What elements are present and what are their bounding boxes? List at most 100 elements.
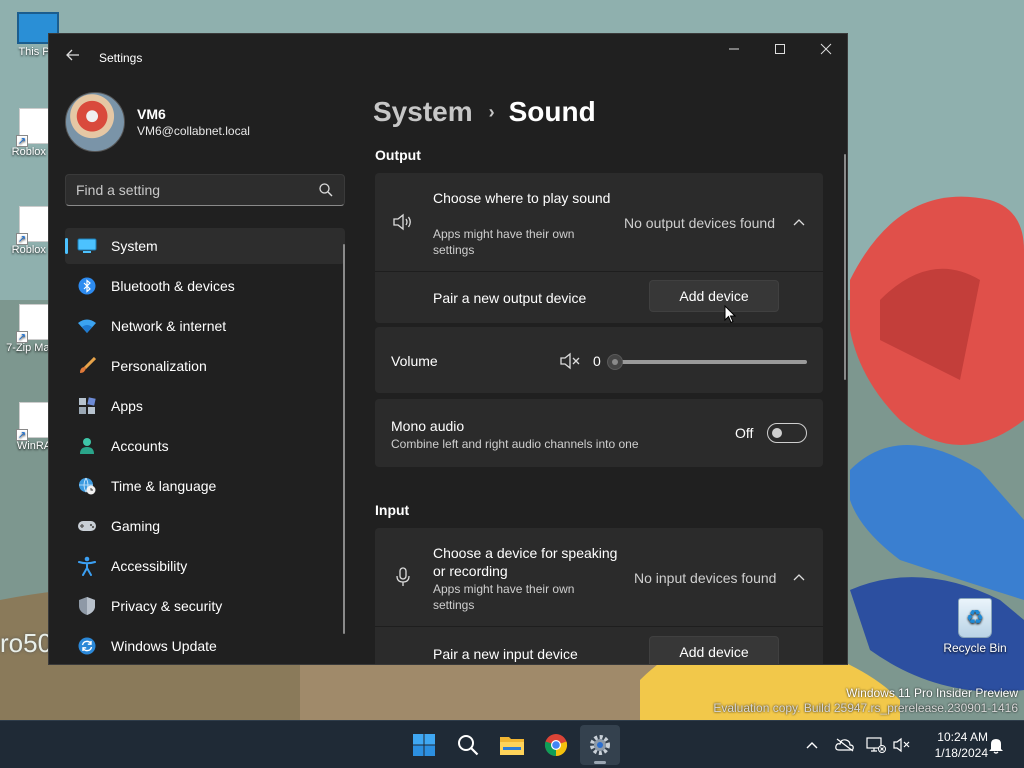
- start-button[interactable]: [404, 725, 444, 765]
- chevron-up-icon[interactable]: [792, 216, 806, 230]
- sidebar-item-label: System: [111, 238, 158, 254]
- breadcrumb-parent[interactable]: System: [373, 96, 473, 128]
- sidebar-item-bluetooth[interactable]: Bluetooth & devices: [65, 268, 345, 304]
- speaker-icon: [393, 213, 411, 231]
- sidebar-item-gaming[interactable]: Gaming: [65, 508, 345, 544]
- bell-icon: [989, 739, 1003, 754]
- shield-icon: [77, 596, 97, 616]
- add-output-device-button[interactable]: Add device: [649, 280, 779, 312]
- shortcut-icon: ↗: [16, 206, 49, 245]
- add-input-device-button[interactable]: Add device: [649, 636, 779, 664]
- desktop-icon-recycle-bin[interactable]: ♻ Recycle Bin: [942, 598, 1008, 655]
- profile-name: VM6: [137, 106, 166, 122]
- sidebar-item-personalization[interactable]: Personalization: [65, 348, 345, 384]
- taskbar-file-explorer[interactable]: [492, 725, 532, 765]
- taskbar-settings[interactable]: [580, 725, 620, 765]
- sidebar-item-label: Windows Update: [111, 638, 217, 654]
- maximize-icon: [775, 44, 785, 54]
- sidebar-item-label: Network & internet: [111, 318, 227, 334]
- volume-muted-icon: [893, 737, 910, 753]
- sidebar-item-network[interactable]: Network & internet: [65, 308, 345, 344]
- choose-input-subtitle: Apps might have their own settings: [433, 582, 575, 612]
- sidebar-nav: System Bluetooth & devices Network & int…: [65, 228, 345, 664]
- mono-audio-state: Off: [735, 425, 754, 441]
- clock-time: 10:24 AM: [937, 730, 988, 744]
- breadcrumb-separator: ›: [488, 101, 495, 122]
- choose-output-title: Choose where to play sound: [433, 190, 611, 206]
- sidebar-item-system[interactable]: System: [65, 228, 345, 264]
- network-disconnected-icon: [866, 737, 886, 753]
- taskbar: 10:24 AM 1/18/2024: [0, 720, 1024, 768]
- notification-button[interactable]: [986, 735, 1006, 755]
- sidebar-item-windows-update[interactable]: Windows Update: [65, 628, 345, 664]
- sidebar-scrollbar[interactable]: [343, 244, 345, 634]
- taskbar-clock[interactable]: 10:24 AM 1/18/2024: [918, 729, 988, 761]
- mouse-cursor-icon: [724, 305, 736, 324]
- minimize-icon: [729, 48, 739, 50]
- volume-slider-track[interactable]: [615, 360, 807, 364]
- sidebar-item-apps[interactable]: Apps: [65, 388, 345, 424]
- volume-card: Volume 0: [375, 327, 823, 393]
- wallpaper-text: ro50: [0, 628, 53, 658]
- search-box[interactable]: [65, 174, 345, 206]
- sidebar-item-label: Gaming: [111, 518, 161, 534]
- tray-volume[interactable]: [892, 735, 912, 755]
- back-button[interactable]: [61, 46, 85, 70]
- accessibility-icon: [77, 556, 97, 576]
- minimize-button[interactable]: [711, 34, 757, 66]
- sidebar-item-privacy[interactable]: Privacy & security: [65, 588, 345, 624]
- search-icon[interactable]: [318, 182, 334, 198]
- file-explorer-icon: [500, 737, 524, 755]
- sidebar-item-label: Time & language: [111, 478, 217, 494]
- mono-audio-subtitle: Combine left and right audio channels in…: [391, 437, 639, 451]
- title-bar[interactable]: Settings: [49, 34, 847, 82]
- close-icon: [820, 43, 832, 55]
- pair-input-row: Pair a new input device Add device: [375, 627, 823, 664]
- avatar: [65, 92, 125, 152]
- volume-slider-thumb[interactable]: [607, 354, 623, 370]
- output-section-title: Output: [375, 147, 421, 163]
- pair-output-label: Pair a new output device: [433, 290, 587, 306]
- search-input[interactable]: [66, 175, 306, 205]
- back-arrow-icon: [66, 49, 79, 61]
- sidebar-item-label: Accounts: [111, 438, 169, 454]
- sidebar-item-time-language[interactable]: Time & language: [65, 468, 345, 504]
- sidebar-item-label: Apps: [111, 398, 143, 414]
- apps-icon: [77, 396, 97, 416]
- taskbar-search-button[interactable]: [448, 725, 488, 765]
- sidebar-item-accessibility[interactable]: Accessibility: [65, 548, 345, 584]
- shortcut-icon: ↗: [16, 304, 49, 343]
- desktop-icon-label: Recycle Bin: [943, 641, 1007, 655]
- close-button[interactable]: [803, 34, 847, 66]
- input-device-card: Choose a device for speaking or recordin…: [375, 528, 823, 664]
- tray-network[interactable]: [866, 735, 886, 755]
- choose-input-row[interactable]: Choose a device for speaking or recordin…: [375, 528, 823, 626]
- shortcut-icon: ↗: [16, 402, 49, 441]
- tray-onedrive[interactable]: [835, 735, 855, 755]
- watermark-line-2: Evaluation copy. Build 25947.rs_prerelea…: [713, 701, 1018, 715]
- user-profile[interactable]: VM6 VM6@collabnet.local: [65, 92, 365, 154]
- wifi-icon: [77, 316, 97, 336]
- tray-overflow-chevron[interactable]: [802, 735, 822, 755]
- chevron-up-icon[interactable]: [792, 571, 806, 585]
- pair-input-label: Pair a new input device: [433, 646, 578, 662]
- mono-audio-toggle[interactable]: [767, 423, 807, 443]
- globe-clock-icon: [77, 476, 97, 496]
- system-icon: [77, 236, 97, 256]
- page-title: Sound: [508, 96, 596, 127]
- content-scrollbar[interactable]: [844, 154, 846, 380]
- sidebar-item-label: Bluetooth & devices: [111, 278, 235, 294]
- settings-icon: [590, 735, 610, 755]
- taskbar-chrome[interactable]: [536, 725, 576, 765]
- maximize-button[interactable]: [757, 34, 803, 66]
- volume-muted-icon[interactable]: [560, 352, 580, 370]
- sidebar-item-label: Privacy & security: [111, 598, 223, 614]
- sidebar-item-accounts[interactable]: Accounts: [65, 428, 345, 464]
- choose-output-row[interactable]: Choose where to play sound Apps might ha…: [375, 173, 823, 271]
- update-icon: [77, 636, 97, 656]
- build-watermark: Windows 11 Pro Insider Preview Evaluatio…: [713, 686, 1018, 716]
- chrome-icon: [544, 734, 568, 757]
- volume-value: 0: [593, 353, 601, 369]
- gamepad-icon: [77, 516, 97, 536]
- output-status: No output devices found: [624, 215, 775, 231]
